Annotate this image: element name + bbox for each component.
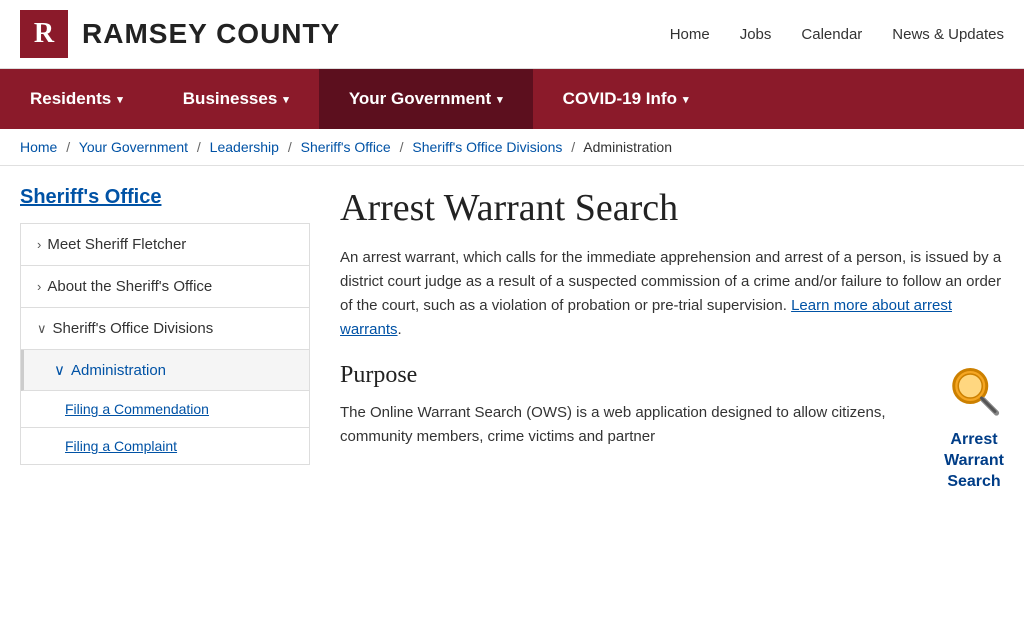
breadcrumb-your-government[interactable]: Your Government — [79, 139, 188, 155]
breadcrumb-leadership[interactable]: Leadership — [210, 139, 279, 155]
content-wrapper: Sheriff's Office › Meet Sheriff Fletcher… — [0, 166, 1024, 522]
top-nav-news[interactable]: News & Updates — [892, 26, 1004, 43]
top-header: R RAMSEY COUNTY Home Jobs Calendar News … — [0, 0, 1024, 69]
logo-area: R RAMSEY COUNTY — [20, 10, 340, 58]
chevron-down-icon: ▾ — [497, 93, 503, 106]
nav-businesses[interactable]: Businesses ▾ — [153, 69, 319, 129]
sidebar-sub-sub-commendation[interactable]: Filing a Commendation — [21, 391, 309, 428]
breadcrumb-home[interactable]: Home — [20, 139, 57, 155]
sidebar-title[interactable]: Sheriff's Office — [20, 186, 310, 209]
sidebar-item-divisions[interactable]: ∨ Sheriff's Office Divisions — [21, 308, 309, 350]
site-name: RAMSEY COUNTY — [82, 18, 340, 50]
main-content: Arrest Warrant Search An arrest warrant,… — [340, 186, 1004, 502]
section-title: Purpose — [340, 362, 1004, 389]
page-title: Arrest Warrant Search — [340, 186, 1004, 230]
chevron-down-icon: ∨ — [37, 321, 47, 337]
sidebar-sub-item-administration[interactable]: ∨ Administration — [21, 350, 309, 391]
top-nav-home[interactable]: Home — [670, 26, 710, 43]
top-nav: Home Jobs Calendar News & Updates — [670, 26, 1004, 43]
magnify-glass-icon — [944, 362, 1004, 422]
chevron-right-icon: › — [37, 237, 41, 252]
chevron-down-icon: ▾ — [117, 93, 123, 106]
chevron-down-icon: ▾ — [683, 93, 689, 106]
sidebar-item-meet-sheriff[interactable]: › Meet Sheriff Fletcher — [21, 224, 309, 266]
sidebar-sub-sub-complaint[interactable]: Filing a Complaint — [21, 428, 309, 465]
nav-your-government[interactable]: Your Government ▾ — [319, 69, 533, 129]
breadcrumb-sheriffs-office[interactable]: Sheriff's Office — [301, 139, 391, 155]
breadcrumb-current: Administration — [583, 139, 672, 155]
nav-covid[interactable]: COVID-19 Info ▾ — [533, 69, 719, 129]
sidebar: Sheriff's Office › Meet Sheriff Fletcher… — [20, 186, 310, 502]
breadcrumb-sheriffs-office-divisions[interactable]: Sheriff's Office Divisions — [412, 139, 562, 155]
chevron-right-icon: › — [37, 279, 41, 294]
breadcrumb: Home / Your Government / Leadership / Sh… — [0, 129, 1024, 166]
warrant-label: Arrest Warrant Search — [944, 430, 1004, 492]
sidebar-sub-item-label: Administration — [71, 362, 166, 379]
page-intro: An arrest warrant, which calls for the i… — [340, 246, 1004, 342]
sidebar-item-about[interactable]: › About the Sheriff's Office — [21, 266, 309, 308]
top-nav-jobs[interactable]: Jobs — [740, 26, 772, 43]
nav-residents[interactable]: Residents ▾ — [0, 69, 153, 129]
sidebar-menu: › Meet Sheriff Fletcher › About the Sher… — [20, 223, 310, 465]
logo-icon: R — [20, 10, 68, 58]
main-nav: Residents ▾ Businesses ▾ Your Government… — [0, 69, 1024, 129]
warrant-widget[interactable]: Arrest Warrant Search — [944, 362, 1004, 492]
section-body: The Online Warrant Search (OWS) is a web… — [340, 401, 1004, 449]
sidebar-item-label: About the Sheriff's Office — [47, 278, 212, 295]
top-nav-calendar[interactable]: Calendar — [801, 26, 862, 43]
chevron-down-icon: ∨ — [54, 361, 65, 379]
chevron-down-icon: ▾ — [283, 93, 289, 106]
sidebar-item-label: Sheriff's Office Divisions — [53, 320, 214, 337]
sidebar-item-label: Meet Sheriff Fletcher — [47, 236, 186, 253]
